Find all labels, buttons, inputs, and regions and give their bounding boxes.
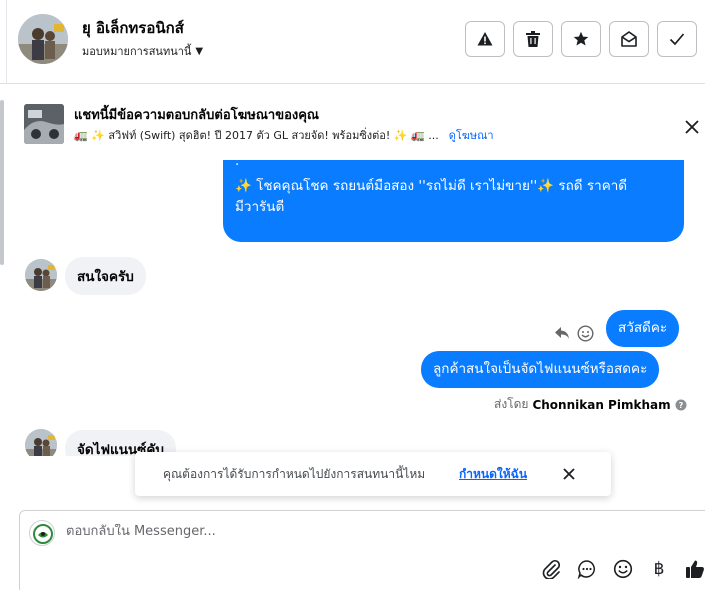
- ad-snippet: 🚛 ✨ สวิฟท์ (Swift) สุดฮิต! ปี 2017 ตัว G…: [74, 129, 439, 142]
- page-avatar: [29, 520, 55, 546]
- message-text: สนใจครับ: [77, 269, 134, 285]
- close-toast-button[interactable]: [559, 464, 579, 484]
- assign-dropdown[interactable]: มอบหมายการสนทนานี้ ▼: [82, 42, 203, 60]
- reply-input[interactable]: [66, 524, 666, 539]
- message-bubble[interactable]: ลูกค้าสนใจเป็นจัดไฟแนนซ์หรือสดคะ: [421, 351, 660, 388]
- caret-down-icon: ▼: [195, 45, 204, 57]
- message-bubble[interactable]: สวัสดีคะ: [606, 310, 680, 347]
- ad-banner-title: แชทนี้มีข้อความตอบกลับต่อโฆษณาของคุณ: [74, 108, 319, 123]
- message-text: ✨ โชคคุณโชค รถยนต์มือสอง ''รถไม่ดี เราไม…: [235, 178, 628, 194]
- ad-thumbnail[interactable]: [24, 104, 64, 144]
- emoji-icon[interactable]: [611, 557, 635, 581]
- like-icon[interactable]: [683, 557, 705, 581]
- sender-name: Chonnikan Pimkham: [532, 397, 671, 412]
- conversation-header: ยุ อิเล็กทรอนิกส์ มอบหมายการสนทนานี้ ▼: [0, 0, 705, 84]
- close-icon: [563, 468, 575, 480]
- sent-by-label: ส่งโดย Chonnikan Pimkham ?: [494, 395, 687, 414]
- star-button[interactable]: [561, 21, 601, 57]
- view-ad-link[interactable]: ดูโฆษณา: [449, 126, 494, 144]
- payment-icon[interactable]: ฿: [647, 557, 671, 581]
- message-text: สวัสดีคะ: [618, 320, 668, 336]
- message-text: ลูกค้าสนใจเป็นจัดไฟแนนซ์หรือสดคะ: [433, 361, 648, 377]
- done-button[interactable]: [657, 21, 697, 57]
- mark-unread-button[interactable]: [609, 21, 649, 57]
- svg-text:?: ?: [678, 401, 683, 410]
- ad-banner-subtitle: 🚛 ✨ สวิฟท์ (Swift) สุดฮิต! ปี 2017 ตัว G…: [74, 126, 494, 144]
- envelope-open-icon: [621, 31, 637, 47]
- saved-reply-icon[interactable]: [575, 557, 599, 581]
- trash-icon: [526, 31, 540, 47]
- star-icon: [573, 31, 589, 46]
- reply-composer: ฿: [19, 510, 705, 590]
- close-icon: [685, 120, 699, 134]
- messenger-conversation: ยุ อิเล็กทรอนิกส์ มอบหมายการสนทนานี้ ▼ แ…: [0, 0, 705, 590]
- message-text: มีวารันตี: [235, 199, 285, 215]
- assign-to-me-link[interactable]: กำหนดให้ฉัน: [459, 465, 527, 484]
- divider: [6, 0, 7, 84]
- react-icon[interactable]: [577, 325, 594, 342]
- sent-by-prefix: ส่งโดย: [494, 397, 529, 411]
- close-banner-button[interactable]: [680, 115, 704, 139]
- contact-avatar[interactable]: [18, 14, 68, 64]
- delete-button[interactable]: [513, 21, 553, 57]
- message-bubble[interactable]: ✨ · · ✨ โชคคุณโชค รถยนต์มือสอง ''รถไม่ดี…: [223, 160, 684, 242]
- contact-avatar-small[interactable]: [25, 259, 57, 291]
- spam-button[interactable]: [465, 21, 505, 57]
- assign-prompt-toast: คุณต้องการได้รับการกำหนดไปยังการสนทนานี้…: [135, 452, 611, 496]
- check-icon: [669, 33, 685, 46]
- assign-prompt-text: คุณต้องการได้รับการกำหนดไปยังการสนทนานี้…: [163, 467, 426, 481]
- attachment-icon[interactable]: [539, 557, 563, 581]
- message-bubble[interactable]: สนใจครับ: [65, 257, 146, 295]
- ad-reply-banner: แชทนี้มีข้อความตอบกลับต่อโฆษณาของคุณ 🚛 ✨…: [0, 96, 705, 164]
- contact-avatar-small[interactable]: [25, 429, 57, 456]
- alert-icon: [477, 32, 493, 46]
- assign-label: มอบหมายการสนทนานี้: [82, 45, 192, 58]
- help-icon[interactable]: ?: [675, 399, 687, 411]
- reply-icon[interactable]: [554, 325, 570, 341]
- contact-name[interactable]: ยุ อิเล็กทรอนิกส์: [82, 16, 184, 40]
